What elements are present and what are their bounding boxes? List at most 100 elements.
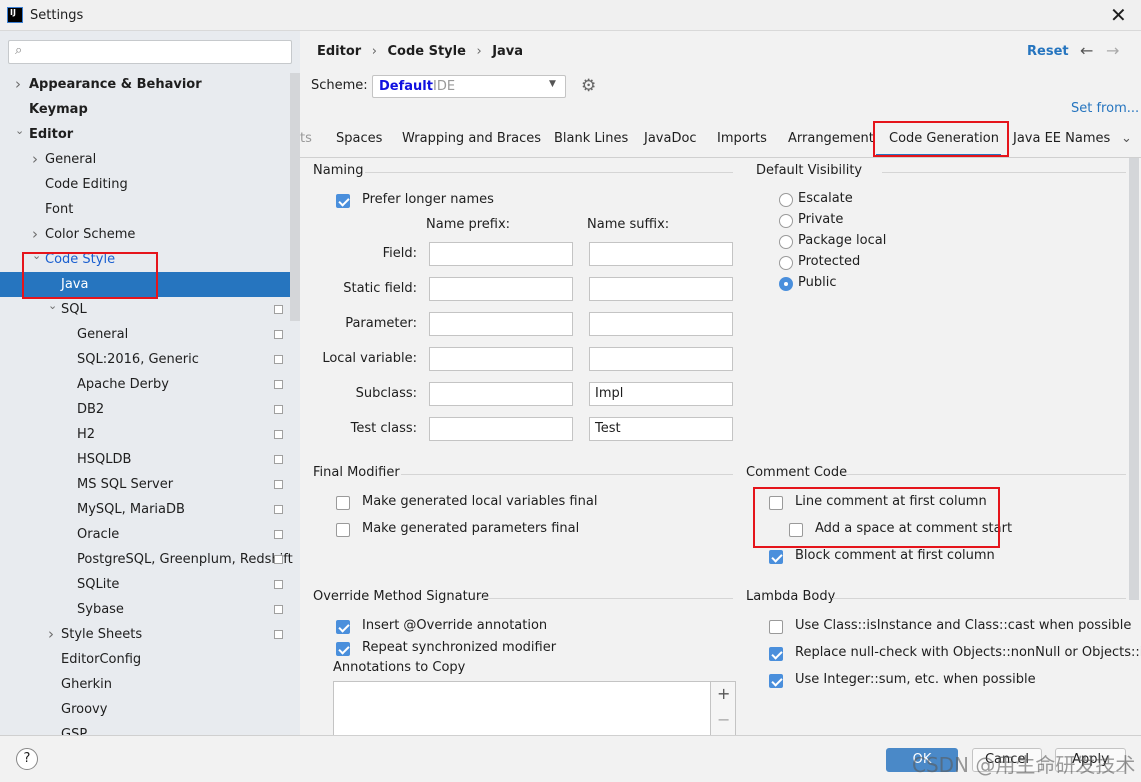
visibility-radio-protected[interactable] <box>779 256 793 270</box>
sidebar-item-general[interactable]: General <box>0 322 290 347</box>
visibility-label: Escalate <box>798 191 853 206</box>
chevron-right-icon[interactable]: › <box>32 147 38 172</box>
sidebar-item-h2[interactable]: H2 <box>0 422 290 447</box>
chevron-right-icon[interactable]: › <box>15 72 21 97</box>
lambda-option-checkbox[interactable] <box>769 620 783 634</box>
more-tabs-chevron-icon[interactable]: ⌄ <box>1121 131 1132 146</box>
sidebar-item-gherkin[interactable]: Gherkin <box>0 672 290 697</box>
lambda-option-checkbox[interactable] <box>769 647 783 661</box>
annotations-list[interactable] <box>333 681 711 737</box>
scheme-dropdown[interactable]: Default IDE ▼ <box>372 75 566 98</box>
sidebar-item-appearance-behavior[interactable]: › Appearance & Behavior <box>0 72 290 97</box>
scheme-settings-icon <box>274 455 283 464</box>
tab-imports[interactable]: Imports <box>717 131 767 151</box>
sidebar-item-label: SQL <box>61 302 87 317</box>
tab-spaces[interactable]: Spaces <box>336 131 382 151</box>
tab-java-ee-names[interactable]: Java EE Names <box>1013 131 1110 151</box>
content-scrollbar[interactable] <box>1129 158 1139 600</box>
tab-arrangement[interactable]: Arrangement <box>788 131 874 151</box>
lambda-option-label: Replace null-check with Objects::nonNull… <box>795 645 1141 660</box>
sidebar-item-mysql-mariadb[interactable]: MySQL, MariaDB <box>0 497 290 522</box>
chevron-down-icon[interactable]: ⌄ <box>15 118 24 143</box>
sidebar-item-editorconfig[interactable]: EditorConfig <box>0 647 290 672</box>
sidebar-item-label: MySQL, MariaDB <box>77 502 185 517</box>
sidebar-item-label: H2 <box>77 427 96 442</box>
name-prefix-input[interactable] <box>429 277 573 301</box>
comment-code-option-checkbox[interactable] <box>769 550 783 564</box>
sidebar-item-apache-derby[interactable]: Apache Derby <box>0 372 290 397</box>
tab-blank-lines[interactable]: Blank Lines <box>554 131 628 151</box>
sidebar-item-keymap[interactable]: Keymap <box>0 97 290 122</box>
reset-link[interactable]: Reset <box>1027 44 1069 59</box>
prefer-longer-names-checkbox[interactable] <box>336 194 350 208</box>
sidebar-item-label: General <box>45 152 97 167</box>
final-modifier-option-checkbox[interactable] <box>336 523 350 537</box>
override-option-checkbox[interactable] <box>336 642 350 656</box>
comment-code-option-label: Block comment at first column <box>795 548 995 563</box>
sidebar-item-sql[interactable]: ⌄ SQL <box>0 297 290 322</box>
sidebar-item-sql-2016-generic[interactable]: SQL:2016, Generic <box>0 347 290 372</box>
visibility-label: Public <box>798 275 837 290</box>
sidebar-item-code-editing[interactable]: Code Editing <box>0 172 290 197</box>
sidebar-item-general[interactable]: › General <box>0 147 290 172</box>
add-icon[interactable]: + <box>717 684 730 703</box>
visibility-radio-private[interactable] <box>779 214 793 228</box>
sidebar-item-label: Apache Derby <box>77 377 169 392</box>
sidebar-item-font[interactable]: Font <box>0 197 290 222</box>
search-input[interactable]: ⌕ <box>8 40 292 64</box>
name-suffix-input[interactable] <box>589 312 733 336</box>
sidebar-item-postgresql-greenplum-redshift[interactable]: PostgreSQL, Greenplum, Redshift <box>0 547 293 572</box>
override-option-checkbox[interactable] <box>336 620 350 634</box>
sidebar-item-db2[interactable]: DB2 <box>0 397 290 422</box>
scheme-settings-icon <box>274 430 283 439</box>
comment-code-title: Comment Code <box>746 465 848 480</box>
help-button[interactable]: ? <box>16 748 38 770</box>
breadcrumb-code-style[interactable]: Code Style <box>387 44 465 59</box>
sidebar-item-sqlite[interactable]: SQLite <box>0 572 290 597</box>
name-suffix-input[interactable]: Test <box>589 417 733 441</box>
sidebar-item-groovy[interactable]: Groovy <box>0 697 290 722</box>
visibility-radio-escalate[interactable] <box>779 193 793 207</box>
tab-wrapping-and-braces[interactable]: Wrapping and Braces <box>402 131 541 151</box>
visibility-label: Private <box>798 212 844 227</box>
tab-javadoc[interactable]: JavaDoc <box>644 131 697 151</box>
name-suffix-input[interactable]: Impl <box>589 382 733 406</box>
sidebar-item-ms-sql-server[interactable]: MS SQL Server <box>0 472 290 497</box>
set-from-link[interactable]: Set from... <box>1071 101 1139 116</box>
chevron-right-icon[interactable]: › <box>48 622 54 647</box>
gear-icon[interactable]: ⚙ <box>581 76 596 96</box>
name-suffix-input[interactable] <box>589 347 733 371</box>
name-prefix-input[interactable] <box>429 382 573 406</box>
final-modifier-option-label: Make generated local variables final <box>362 494 598 509</box>
sidebar-item-sybase[interactable]: Sybase <box>0 597 290 622</box>
remove-icon[interactable]: − <box>717 710 730 729</box>
name-suffix-input[interactable] <box>589 277 733 301</box>
sidebar-item-color-scheme[interactable]: › Color Scheme <box>0 222 290 247</box>
lambda-option-label: Use Class::isInstance and Class::cast wh… <box>795 618 1132 633</box>
close-icon[interactable]: ✕ <box>1110 3 1127 27</box>
sidebar-item-label: EditorConfig <box>61 652 142 667</box>
sidebar-scrollbar[interactable] <box>290 73 300 321</box>
scheme-settings-icon <box>274 630 283 639</box>
back-arrow-icon[interactable]: ← <box>1080 41 1093 60</box>
naming-row-label: Parameter: <box>345 316 417 331</box>
name-prefix-input[interactable] <box>429 417 573 441</box>
final-modifier-option-label: Make generated parameters final <box>362 521 580 536</box>
sidebar-item-hsqldb[interactable]: HSQLDB <box>0 447 290 472</box>
sidebar-item-oracle[interactable]: Oracle <box>0 522 290 547</box>
forward-arrow-icon[interactable]: → <box>1106 41 1119 60</box>
tab-ts[interactable]: ts <box>300 131 312 151</box>
lambda-option-checkbox[interactable] <box>769 674 783 688</box>
name-prefix-input[interactable] <box>429 312 573 336</box>
sidebar-item-label: Gherkin <box>61 677 113 692</box>
sidebar-item-style-sheets[interactable]: › Style Sheets <box>0 622 290 647</box>
name-suffix-input[interactable] <box>589 242 733 266</box>
name-prefix-input[interactable] <box>429 242 573 266</box>
visibility-radio-public[interactable] <box>779 277 793 291</box>
name-prefix-input[interactable] <box>429 347 573 371</box>
final-modifier-option-checkbox[interactable] <box>336 496 350 510</box>
highlight-box <box>753 487 1000 548</box>
visibility-radio-package-local[interactable] <box>779 235 793 249</box>
sidebar-item-editor[interactable]: ⌄ Editor <box>0 122 290 147</box>
breadcrumb-editor[interactable]: Editor <box>317 44 361 59</box>
